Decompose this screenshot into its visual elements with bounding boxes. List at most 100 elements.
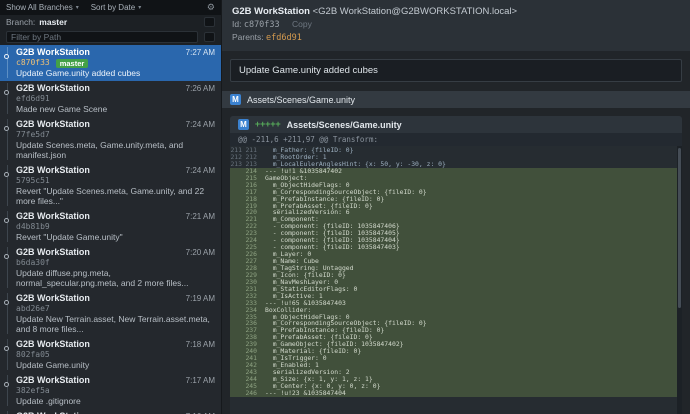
commit-graph (0, 247, 16, 288)
old-line-number (230, 182, 245, 189)
commit-hash: 77fe5d7 (16, 130, 50, 140)
additions-indicator: +++++ (255, 120, 281, 130)
sort-by-dropdown[interactable]: Sort by Date ▾ (91, 3, 141, 12)
old-line-number (230, 203, 245, 210)
commit-message: Update Scenes.meta, Game.unity.meta, and… (16, 140, 215, 160)
old-line-number (230, 175, 245, 182)
old-line-number (230, 334, 245, 341)
commit-author: G2B WorkStation (16, 339, 90, 350)
old-line-number (230, 230, 245, 237)
old-line-number (230, 314, 245, 321)
branch-label: Branch: (6, 17, 35, 27)
commit-node-icon (4, 300, 9, 305)
commit-graph (0, 339, 16, 370)
commit-node-icon (4, 126, 9, 131)
commit-author-name: G2B WorkStation (232, 6, 310, 17)
sort-by-label: Sort by Date (91, 3, 135, 12)
commit-message: Update diffuse.png.meta, normal_specular… (16, 268, 215, 288)
old-line-number (230, 327, 245, 334)
diff-scrollbar[interactable] (677, 146, 682, 414)
commit-row[interactable]: G2B WorkStation7:27 AMc870f33masterUpdat… (0, 45, 221, 81)
show-all-branches-label: Show All Branches (6, 3, 73, 12)
commit-hash: c870f33 (16, 58, 50, 68)
commit-time: 7:26 AM (186, 83, 215, 94)
old-line-number (230, 258, 245, 265)
commit-row[interactable]: G2B WorkStation7:21 AMd4b81b9Revert "Upd… (0, 209, 221, 245)
commit-time: 7:21 AM (186, 211, 215, 222)
old-line-number (230, 237, 245, 244)
filter-by-path-input[interactable] (6, 31, 198, 43)
commit-hash: 802fa05 (16, 350, 50, 360)
commit-row[interactable]: G2B WorkStation7:16 AMUpdate Scenes.meta… (0, 409, 221, 414)
commit-author: G2B WorkStation (16, 119, 90, 130)
branch-menu-icon[interactable] (204, 17, 215, 27)
git-client-window: Show All Branches ▾ Sort by Date ▾ ⚙ Bra… (0, 0, 690, 414)
show-all-branches-dropdown[interactable]: Show All Branches ▾ (6, 3, 79, 12)
commit-time: 7:19 AM (186, 293, 215, 304)
commit-graph (0, 211, 16, 242)
branch-selector[interactable]: Branch: master (0, 15, 221, 29)
commit-row[interactable]: G2B WorkStation7:20 AMb6da30fUpdate diff… (0, 245, 221, 291)
commit-row[interactable]: G2B WorkStation 7:17 AM 382ef5aUpdate .git… (0, 373, 221, 409)
commit-row[interactable]: G2B WorkStation 7:19 AM abd26e7Update New … (0, 291, 221, 337)
old-line-number (230, 216, 245, 223)
new-line-number: 246 (245, 390, 260, 397)
branch-ref-badge: master (56, 59, 89, 68)
parent-commit-link[interactable]: efd6d91 (266, 33, 302, 43)
commit-node-icon (4, 254, 9, 259)
commit-author: G2B WorkStation (16, 47, 90, 58)
commit-row[interactable]: G2B WorkStation7:24 AM77fe5d7Update Scen… (0, 117, 221, 163)
old-line-number (230, 244, 245, 251)
old-line-number (230, 300, 245, 307)
commit-hash: 5795c51 (16, 176, 50, 186)
commit-author: G2B WorkStation (16, 375, 90, 386)
current-branch-name: master (39, 17, 67, 27)
commit-detail-header: G2B WorkStation <G2B WorkStation@G2BWORK… (222, 0, 690, 51)
modified-status-badge: M (230, 94, 241, 105)
commit-detail-panel: G2B WorkStation <G2B WorkStation@G2BWORK… (222, 0, 690, 414)
commit-author: G2B WorkStation (16, 247, 90, 258)
commit-graph (0, 119, 16, 160)
commit-message: Update .gitignore (16, 396, 215, 406)
modified-status-badge: M (238, 119, 249, 130)
commit-hash: abd26e7 (16, 304, 50, 314)
commit-message: Update New Terrain.asset, New Terrain.as… (16, 314, 215, 334)
history-sidebar: Show All Branches ▾ Sort by Date ▾ ⚙ Bra… (0, 0, 222, 414)
chevron-down-icon: ▾ (76, 4, 79, 11)
filter-options-icon[interactable] (204, 32, 215, 42)
commit-message-box[interactable]: Update Game.unity added cubes (230, 59, 682, 82)
old-line-number (230, 286, 245, 293)
changed-file-row[interactable]: M Assets/Scenes/Game.unity (222, 91, 690, 108)
commit-message: Revert "Update Game.unity" (16, 232, 215, 242)
commit-node-icon (4, 90, 9, 95)
commit-graph (0, 47, 16, 78)
copy-id-button[interactable]: Copy (292, 19, 312, 29)
commit-id-value: c870f33 (244, 20, 280, 30)
diff-body[interactable]: 211211 m_Father: {fileID: 0}212212 m_Roo… (230, 146, 682, 414)
commit-message: Made new Game Scene (16, 104, 215, 114)
diff-file-header[interactable]: M +++++ Assets/Scenes/Game.unity (230, 116, 682, 133)
gear-icon[interactable]: ⚙ (207, 2, 215, 13)
commit-time: 7:17 AM (186, 375, 215, 386)
old-line-number (230, 209, 245, 216)
commit-row[interactable]: G2B WorkStation7:18 AM802fa05Update Game… (0, 337, 221, 373)
commit-list[interactable]: G2B WorkStation7:27 AMc870f33masterUpdat… (0, 45, 221, 414)
diff-line: 246--- !u!23 &1035847404 (230, 390, 682, 397)
commit-node-icon (4, 54, 9, 59)
old-line-number (230, 341, 245, 348)
old-line-number (230, 223, 245, 230)
filter-bar (0, 29, 221, 45)
commit-hash: 382ef5a (16, 386, 50, 396)
commit-author: G2B WorkStation (16, 293, 90, 304)
scrollbar-thumb[interactable] (678, 148, 681, 308)
commit-message: Revert "Update Scenes.meta, Game.unity, … (16, 186, 215, 206)
history-toolbar: Show All Branches ▾ Sort by Date ▾ ⚙ (0, 0, 221, 15)
commit-row[interactable]: G2B WorkStation7:24 AM5795c51Revert "Upd… (0, 163, 221, 209)
commit-node-icon (4, 218, 9, 223)
commit-id-line: Id: c870f33 Copy (232, 18, 680, 31)
old-line-number (230, 168, 245, 175)
old-line-number (230, 362, 245, 369)
commit-hash: d4b81b9 (16, 222, 50, 232)
commit-row[interactable]: G2B WorkStation7:26 AMefd6d91Made new Ga… (0, 81, 221, 117)
old-line-number (230, 348, 245, 355)
